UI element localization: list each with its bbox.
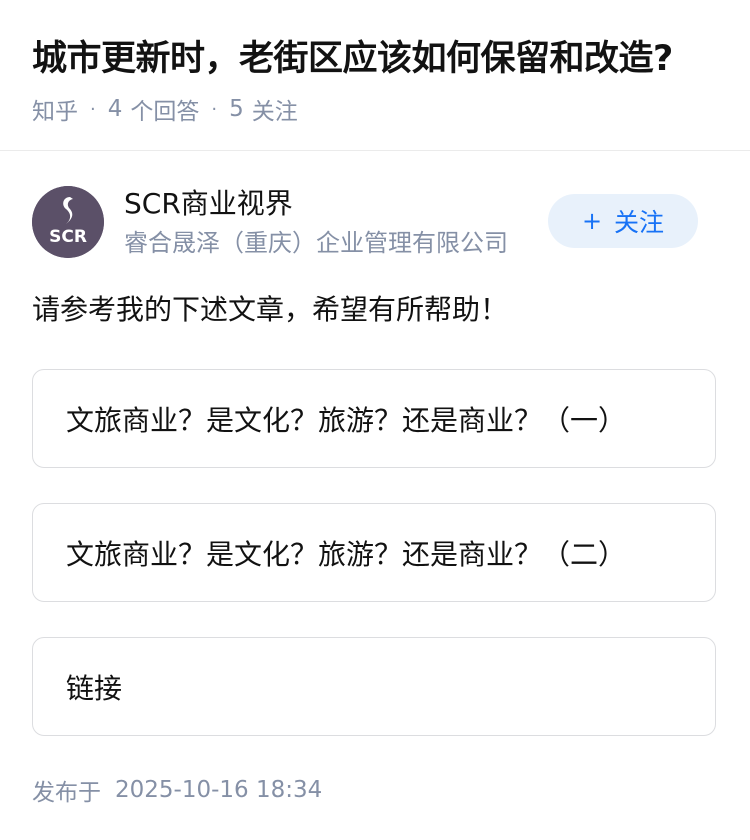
- source-label[interactable]: 知乎: [32, 92, 78, 126]
- follower-count-label: 关注: [251, 99, 298, 125]
- published-time: 2025-10-16 18:34: [115, 777, 323, 803]
- link-card-title: 文旅商业？是文化？旅游？还是商业？（一）: [66, 403, 627, 437]
- follow-button[interactable]: + 关注: [548, 194, 698, 248]
- answer-page: 城市更新时，老街区应该如何保留和改造? 知乎 · 4 个回答 · 5 关注 SC…: [0, 0, 750, 840]
- author-name[interactable]: SCR商业视界: [124, 186, 293, 222]
- link-card[interactable]: 文旅商业？是文化？旅游？还是商业？（一）: [32, 369, 716, 468]
- published-label: 发布于: [32, 780, 101, 806]
- author-headline: 睿合晟泽（重庆）企业管理有限公司: [124, 229, 508, 257]
- separator-dot: ·: [90, 98, 96, 120]
- publish-info: 发布于 2025-10-16 18:34: [32, 772, 322, 808]
- plus-icon: +: [581, 207, 603, 235]
- link-card[interactable]: 文旅商业？是文化？旅游？还是商业？（二）: [32, 503, 716, 602]
- question-meta: 知乎 · 4 个回答 · 5 关注: [32, 92, 298, 126]
- follower-count: 5: [229, 96, 244, 122]
- question-header: 城市更新时，老街区应该如何保留和改造? 知乎 · 4 个回答 · 5 关注: [0, 0, 750, 151]
- question-title[interactable]: 城市更新时，老街区应该如何保留和改造?: [32, 34, 673, 84]
- answer-count-label[interactable]: 个回答: [130, 92, 199, 126]
- answer-count: 4: [107, 96, 123, 122]
- author-info: SCR SCR商业视界 睿合晟泽（重庆）企业管理有限公司 + 关注: [32, 186, 718, 258]
- answer-intro: 请参考我的下述文章，希望有所帮助！: [32, 293, 509, 326]
- scr-logo-icon: SCR: [32, 186, 104, 258]
- separator-dot: ·: [211, 98, 218, 120]
- link-card-title: 文旅商业？是文化？旅游？还是商业？（二）: [66, 537, 627, 571]
- link-card-title: 链接: [66, 671, 123, 705]
- avatar-text: SCR: [49, 227, 87, 247]
- link-card[interactable]: 链接: [32, 637, 716, 736]
- avatar[interactable]: SCR: [32, 186, 104, 258]
- follow-label: 关注: [614, 208, 665, 237]
